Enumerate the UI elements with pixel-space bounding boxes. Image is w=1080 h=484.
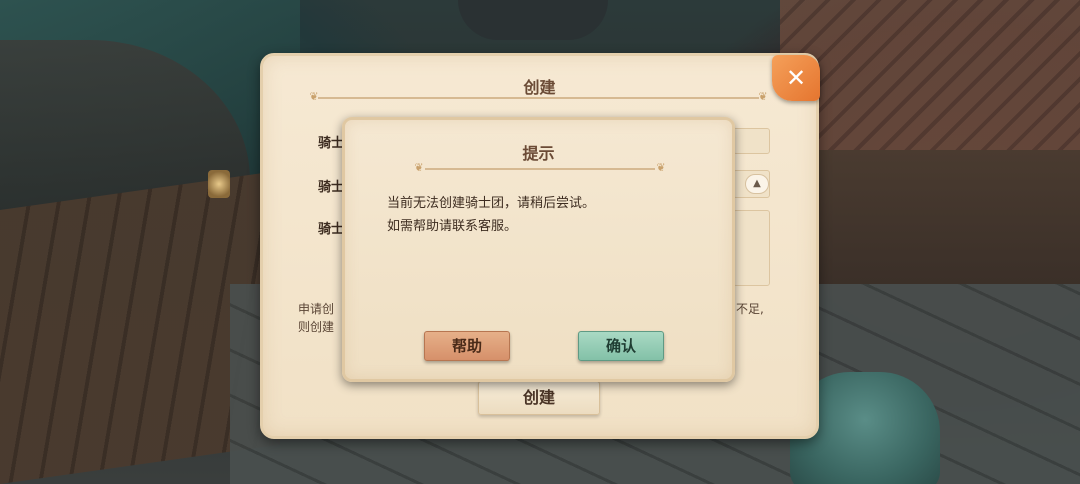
- leaf-ornament-icon: ❦: [758, 90, 768, 103]
- airship: [458, 0, 608, 40]
- form-label-intro: 骑士: [318, 222, 345, 237]
- form-label-type: 骑士: [318, 180, 345, 195]
- form-label-name: 骑士: [318, 136, 345, 151]
- panel-title-divider: ❦ ❦: [309, 91, 767, 103]
- leaf-ornament-icon: ❦: [309, 90, 319, 103]
- hint-text-line2: 则创建: [298, 320, 335, 334]
- dialog-title: 提示: [522, 144, 555, 163]
- close-button[interactable]: ✕: [772, 55, 820, 101]
- hint-text-line1: 申请创: [298, 302, 335, 316]
- create-button[interactable]: 创建: [478, 381, 600, 415]
- leaf-ornament-icon: ❦: [656, 161, 666, 174]
- dialog-message-line2: 如需帮助请联系客服。: [387, 219, 518, 234]
- town-house: [810, 150, 1080, 290]
- guild-intro-textarea[interactable]: [733, 210, 770, 286]
- notice-dialog: 提示 ❦ ❦ 当前无法创建骑士团，请稍后尝试。 如需帮助请联系客服。 帮助 确认: [342, 117, 735, 382]
- tiled-roof: [780, 0, 1080, 170]
- street-lamp: [208, 170, 230, 198]
- help-button[interactable]: 帮助: [424, 331, 510, 361]
- leaf-ornament-icon: ❦: [414, 161, 424, 174]
- dialog-message-line1: 当前无法创建骑士团，请稍后尝试。: [387, 196, 596, 211]
- hint-text-right: 不足,: [736, 302, 764, 316]
- guild-name-input[interactable]: [733, 128, 770, 154]
- confirm-button[interactable]: 确认: [578, 331, 664, 361]
- panel-title: 创建: [523, 78, 556, 97]
- dropdown-arrow-icon[interactable]: ▲: [745, 174, 769, 194]
- dialog-title-divider: ❦ ❦: [414, 162, 665, 174]
